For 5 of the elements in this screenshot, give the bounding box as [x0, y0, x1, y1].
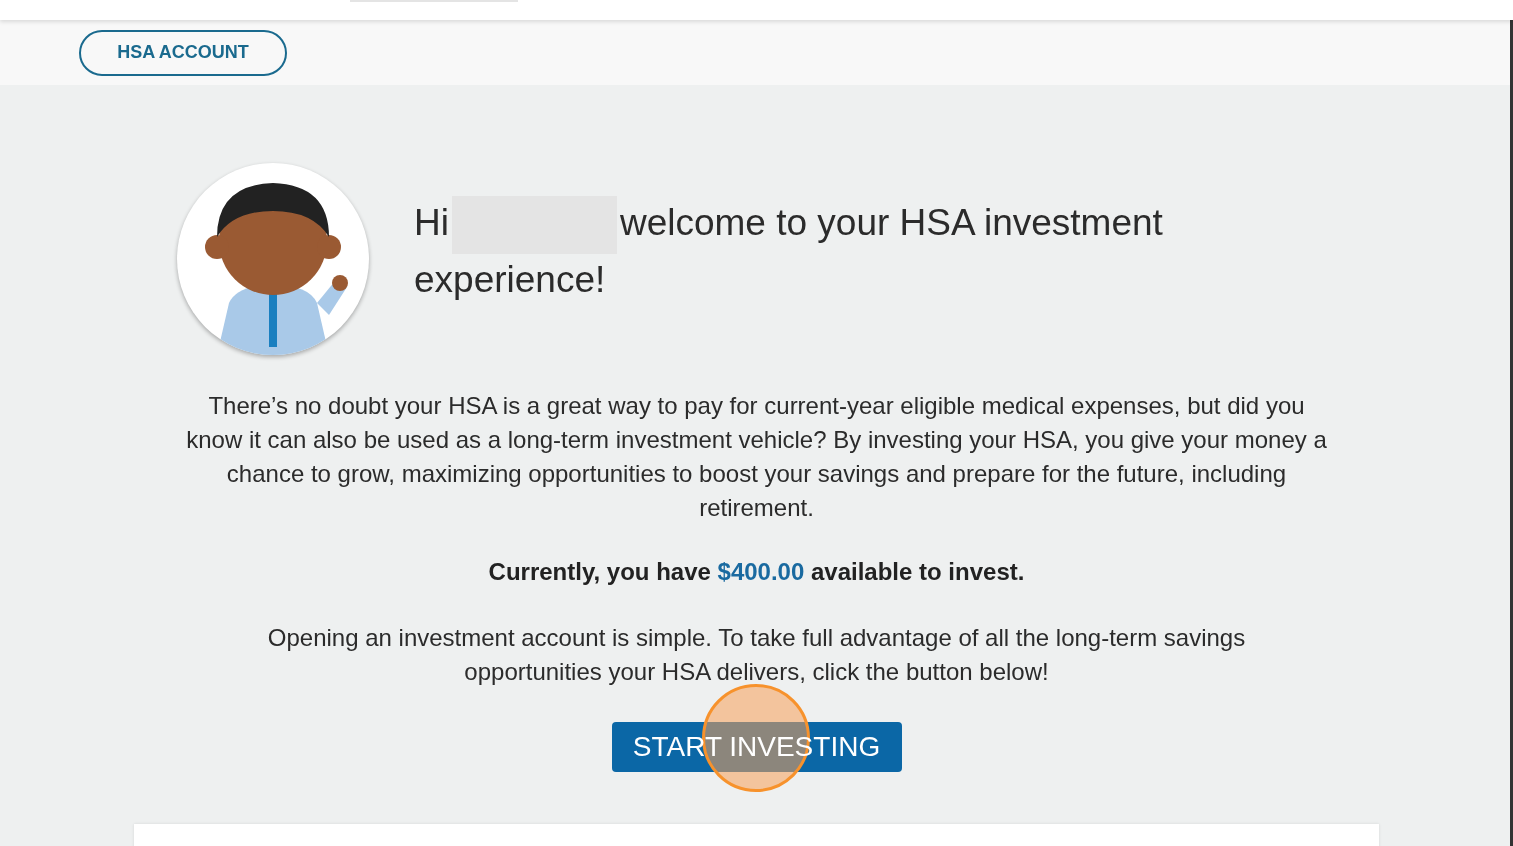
hsa-account-button[interactable]: HSA ACCOUNT	[79, 29, 287, 76]
cta-paragraph: Opening an investment account is simple. To take full advantage of all the long-term savings opportunities your HSA delivers, click the button below!	[266, 623, 1247, 687]
welcome-heading: Hi welcome to your HSA investment experience!	[414, 195, 1234, 305]
intro-paragraph: There’s no doubt your HSA is a great way to pay for current-year eligible medical expenses, but did you know it can also be used as a long-term investment vehicle? By investing your HSA, you give your money a chance to grow, maximizing opportunities to boost your savings and prepare for the future, including retirement.	[185, 391, 1328, 523]
available-amount-text: Currently, you have $400.00 available to invest.	[488, 557, 1025, 587]
